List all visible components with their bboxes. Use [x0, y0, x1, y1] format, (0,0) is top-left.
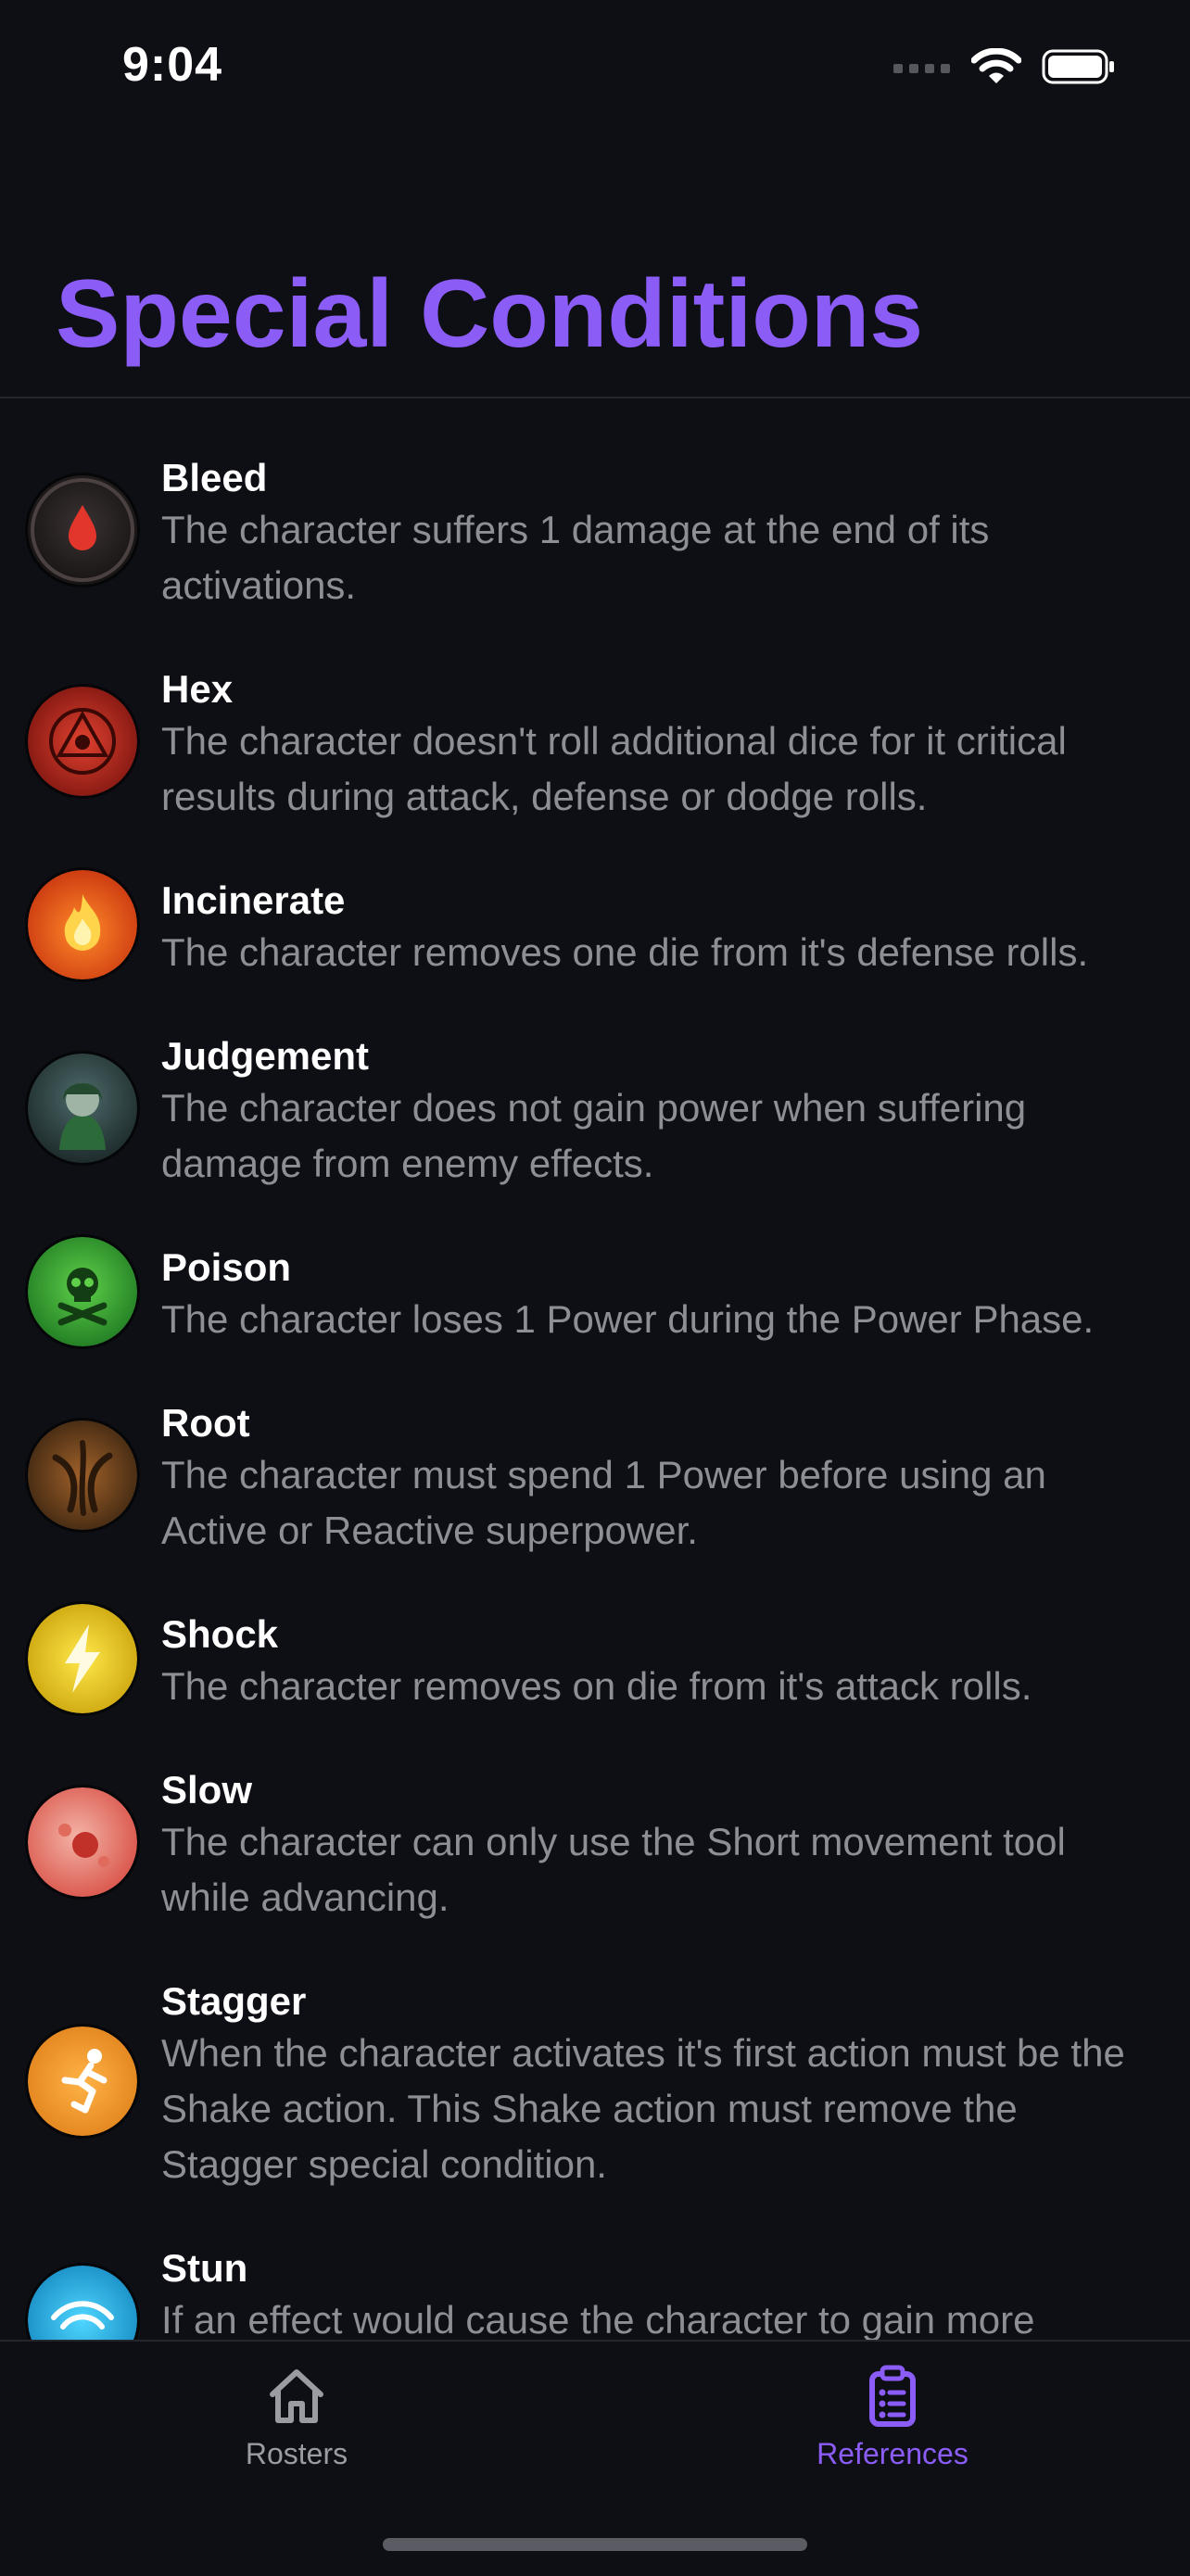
- condition-name: Bleed: [161, 456, 268, 499]
- condition-name: Shock: [161, 1612, 279, 1656]
- condition-description: The character does not gain power when s…: [161, 1086, 1027, 1185]
- list-item[interactable]: Slow The character can only use the Shor…: [0, 1757, 1190, 1968]
- tab-label: References: [817, 2437, 968, 2470]
- condition-name: Slow: [161, 1768, 253, 1812]
- stagger-icon: [28, 2027, 137, 2136]
- status-icons: [893, 48, 1116, 85]
- condition-name: Poison: [161, 1245, 292, 1289]
- list-item[interactable]: Hex The character doesn't roll additiona…: [0, 656, 1190, 867]
- page-title: Special Conditions: [56, 260, 924, 368]
- status-time: 9:04: [122, 38, 223, 92]
- tab-references[interactable]: References: [781, 2365, 1004, 2471]
- stun-icon: [28, 2266, 137, 2340]
- slow-icon: [28, 1787, 137, 1897]
- condition-description: The character suffers 1 damage at the en…: [161, 508, 990, 607]
- bleed-icon: [28, 475, 137, 585]
- condition-description: The character doesn't roll additional di…: [161, 719, 1067, 818]
- list-item[interactable]: Stun If an effect would cause the charac…: [0, 2235, 1190, 2340]
- condition-name: Hex: [161, 667, 234, 711]
- poison-icon: [28, 1237, 137, 1346]
- list-item[interactable]: Root The character must spend 1 Power be…: [0, 1390, 1190, 1601]
- list-item[interactable]: Poison The character loses 1 Power durin…: [0, 1234, 1190, 1390]
- condition-name: Judgement: [161, 1034, 370, 1078]
- condition-description: The character removes one die from it's …: [161, 930, 1089, 974]
- condition-name: Stagger: [161, 1979, 307, 2023]
- incinerate-icon: [28, 870, 137, 979]
- conditions-list[interactable]: Bleed The character suffers 1 damage at …: [0, 445, 1190, 2340]
- battery-icon: [1042, 49, 1114, 84]
- condition-description: The character must spend 1 Power before …: [161, 1453, 1046, 1552]
- condition-name: Root: [161, 1401, 250, 1445]
- shock-icon: [28, 1604, 137, 1713]
- condition-description: When the character activates it's first …: [161, 2031, 1125, 2186]
- clipboard-list-icon: [869, 2365, 916, 2427]
- condition-name: Incinerate: [161, 878, 346, 922]
- header-divider: [0, 397, 1190, 398]
- status-bar: 9:04: [0, 0, 1190, 139]
- list-item[interactable]: Bleed The character suffers 1 damage at …: [0, 445, 1190, 656]
- list-item[interactable]: Incinerate The character removes one die…: [0, 867, 1190, 1023]
- condition-name: Stun: [161, 2246, 248, 2290]
- home-icon: [270, 2369, 323, 2423]
- judgement-icon: [28, 1054, 137, 1163]
- list-item[interactable]: Judgement The character does not gain po…: [0, 1023, 1190, 1234]
- list-item[interactable]: Stagger When the character activates it'…: [0, 1968, 1190, 2235]
- condition-description: The character removes on die from it's a…: [161, 1664, 1032, 1708]
- condition-description: The character loses 1 Power during the P…: [161, 1297, 1095, 1341]
- root-icon: [28, 1421, 137, 1530]
- wifi-icon: [971, 48, 1021, 83]
- condition-description: If an effect would cause the character t…: [161, 2298, 1035, 2340]
- home-indicator: [383, 2538, 807, 2551]
- tab-rosters[interactable]: Rosters: [185, 2365, 408, 2471]
- list-item[interactable]: Shock The character removes on die from …: [0, 1601, 1190, 1757]
- hex-icon: [28, 687, 137, 796]
- condition-description: The character can only use the Short mov…: [161, 1820, 1066, 1919]
- tab-label: Rosters: [245, 2437, 348, 2470]
- cellular-signal-icon: [893, 64, 950, 73]
